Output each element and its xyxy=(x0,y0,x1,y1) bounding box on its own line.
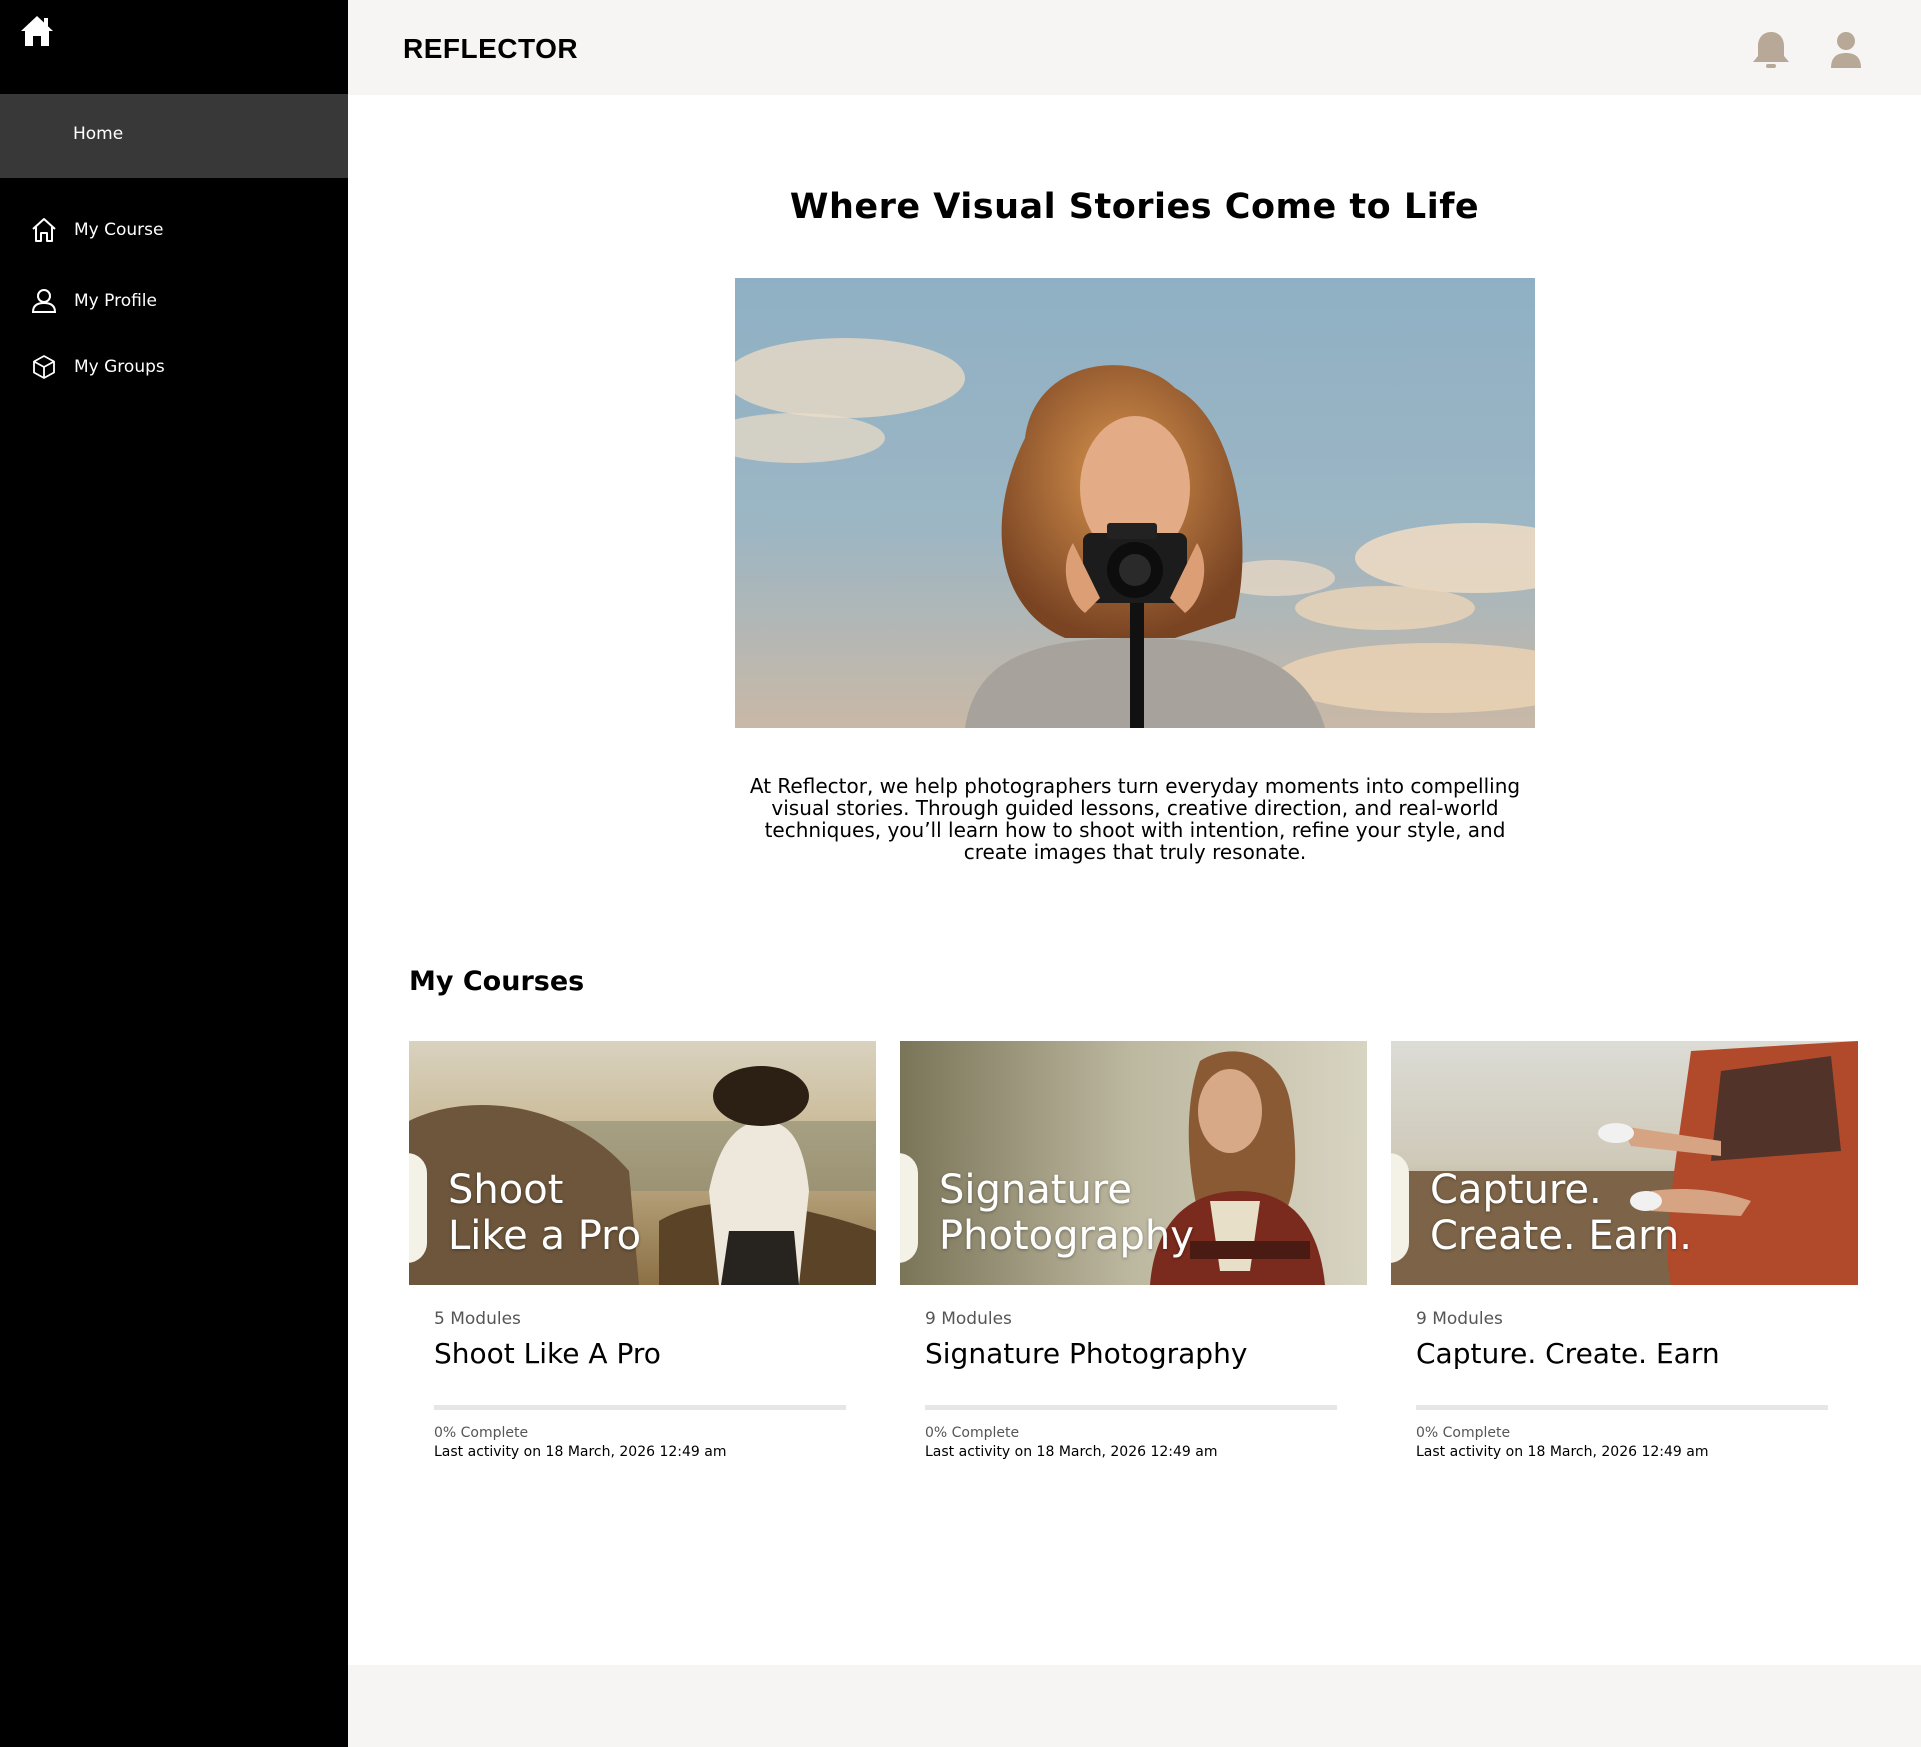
course-progress-bar xyxy=(1416,1405,1828,1410)
course-overlay-title: Signature Photography xyxy=(939,1167,1194,1259)
main-content: Where Visual Stories Come to Life At Ref… xyxy=(348,95,1921,1665)
course-thumbnail: Shoot Like a Pro xyxy=(409,1041,876,1285)
footer xyxy=(348,1665,1921,1747)
course-last-activity: Last activity on 18 March, 2026 12:49 am xyxy=(434,1444,727,1460)
sidebar-item-label: My Course xyxy=(74,220,164,240)
course-progress-bar xyxy=(925,1405,1337,1410)
home-logo-icon[interactable] xyxy=(20,14,54,48)
course-last-activity: Last activity on 18 March, 2026 12:49 am xyxy=(925,1444,1218,1460)
course-overlay-title: Shoot Like a Pro xyxy=(448,1167,642,1259)
sidebar-item-my-course[interactable]: My Course xyxy=(30,214,330,246)
card-tab-decoration xyxy=(900,1153,918,1263)
sidebar-item-home[interactable]: Home xyxy=(0,94,348,178)
course-thumbnail: Signature Photography xyxy=(900,1041,1367,1285)
card-tab-decoration xyxy=(409,1153,427,1263)
bell-icon[interactable] xyxy=(1749,28,1793,72)
person-outline-icon xyxy=(31,289,57,313)
course-card-signature-photography[interactable]: Signature Photography 9 Modules Signatur… xyxy=(900,1041,1367,1481)
sidebar: Home My Course My Profile My Groups xyxy=(0,0,348,1747)
course-title[interactable]: Capture. Create. Earn xyxy=(1416,1337,1720,1370)
intro-text: At Reflector, we help photographers turn… xyxy=(749,774,1521,864)
course-modules-count: 5 Modules xyxy=(434,1309,521,1329)
sidebar-item-label: My Groups xyxy=(74,357,165,377)
home-outline-icon xyxy=(32,218,56,242)
course-overlay-title: Capture. Create. Earn. xyxy=(1430,1167,1692,1259)
course-thumbnail: Capture. Create. Earn. xyxy=(1391,1041,1858,1285)
user-icon[interactable] xyxy=(1829,30,1863,70)
course-complete-text: 0% Complete xyxy=(1416,1425,1511,1441)
course-title[interactable]: Signature Photography xyxy=(925,1337,1247,1370)
course-last-activity: Last activity on 18 March, 2026 12:49 am xyxy=(1416,1444,1709,1460)
page-headline: Where Visual Stories Come to Life xyxy=(789,187,1480,227)
hero-image xyxy=(735,278,1535,728)
course-title[interactable]: Shoot Like A Pro xyxy=(434,1337,661,1370)
course-modules-count: 9 Modules xyxy=(1416,1309,1503,1329)
course-card-shoot-like-a-pro[interactable]: Shoot Like a Pro 5 Modules Shoot Like A … xyxy=(409,1041,876,1481)
course-complete-text: 0% Complete xyxy=(434,1425,529,1441)
course-complete-text: 0% Complete xyxy=(925,1425,1020,1441)
sidebar-item-label: My Profile xyxy=(74,291,157,311)
top-bar: REFLECTOR xyxy=(348,0,1921,95)
section-title-my-courses: My Courses xyxy=(409,966,585,997)
card-tab-decoration xyxy=(1391,1153,1409,1263)
course-progress-bar xyxy=(434,1405,846,1410)
sidebar-item-label: Home xyxy=(73,124,124,144)
brand-logo[interactable]: REFLECTOR xyxy=(403,33,578,65)
sidebar-item-my-profile[interactable]: My Profile xyxy=(30,285,330,317)
cube-outline-icon xyxy=(33,355,55,379)
course-modules-count: 9 Modules xyxy=(925,1309,1012,1329)
sidebar-item-my-groups[interactable]: My Groups xyxy=(30,351,330,383)
course-card-capture-create-earn[interactable]: Capture. Create. Earn. 9 Modules Capture… xyxy=(1391,1041,1858,1481)
